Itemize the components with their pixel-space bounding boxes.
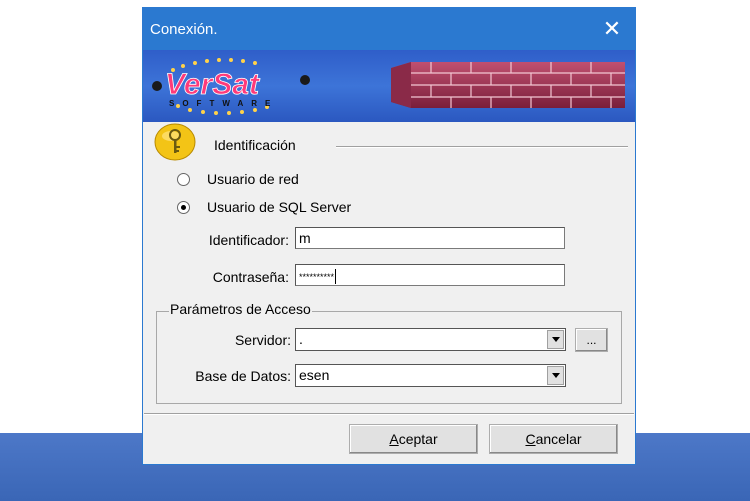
- title-bar[interactable]: Conexión. ✕: [143, 8, 635, 50]
- cancel-mnemonic: C: [525, 431, 536, 447]
- accept-label: ceptar: [398, 431, 438, 447]
- radio-sql-button[interactable]: [177, 200, 190, 214]
- server-dropdown-arrow[interactable]: [547, 330, 564, 349]
- server-value: .: [299, 331, 303, 347]
- browse-server-button[interactable]: ...: [575, 328, 608, 352]
- radio-sql-label: Usuario de SQL Server: [207, 199, 352, 215]
- identification-label: Identificación: [214, 137, 296, 153]
- radio-sql-user[interactable]: Usuario de SQL Server: [177, 199, 351, 215]
- logo-subtext: SOFTWARE: [169, 99, 278, 108]
- logo-text: VerSat: [165, 68, 261, 101]
- banner: VerSat SOFTWARE: [143, 50, 635, 122]
- radio-network-button[interactable]: [177, 172, 190, 186]
- access-parameters-label: Parámetros de Acceso: [169, 301, 312, 317]
- close-icon: ✕: [602, 16, 622, 41]
- dialog-title: Conexión.: [150, 21, 218, 38]
- server-label: Servidor:: [234, 332, 291, 348]
- database-value: esen: [299, 367, 330, 383]
- identification-divider: [336, 146, 628, 148]
- server-combobox[interactable]: .: [295, 328, 566, 351]
- password-input[interactable]: **********: [295, 264, 565, 286]
- accept-button[interactable]: Aceptar: [349, 424, 478, 454]
- connection-dialog: Conexión. ✕ VerSat SOFTWARE Identificaci…: [142, 7, 636, 465]
- versat-logo: VerSat SOFTWARE: [152, 58, 310, 115]
- database-combobox[interactable]: esen: [295, 364, 566, 387]
- accept-mnemonic: A: [389, 431, 399, 447]
- key-icon: [154, 123, 196, 161]
- database-label: Base de Datos:: [195, 368, 291, 384]
- identifier-input[interactable]: m: [295, 227, 565, 249]
- radio-network-label: Usuario de red: [207, 171, 299, 187]
- password-label: Contraseña:: [212, 269, 289, 285]
- radio-network-user[interactable]: Usuario de red: [177, 171, 299, 187]
- text-caret: [335, 268, 337, 284]
- access-parameters-group: [156, 311, 622, 404]
- password-value: **********: [299, 272, 335, 282]
- browse-label: ...: [586, 333, 597, 347]
- cancel-label: ancelar: [535, 431, 582, 447]
- identifier-value: m: [299, 230, 311, 246]
- close-button[interactable]: ✕: [589, 8, 635, 50]
- brick-wall-image: [391, 62, 625, 108]
- button-separator: [144, 413, 634, 415]
- identifier-label: Identificador:: [208, 232, 289, 248]
- database-dropdown-arrow[interactable]: [547, 366, 564, 385]
- cancel-button[interactable]: Cancelar: [489, 424, 618, 454]
